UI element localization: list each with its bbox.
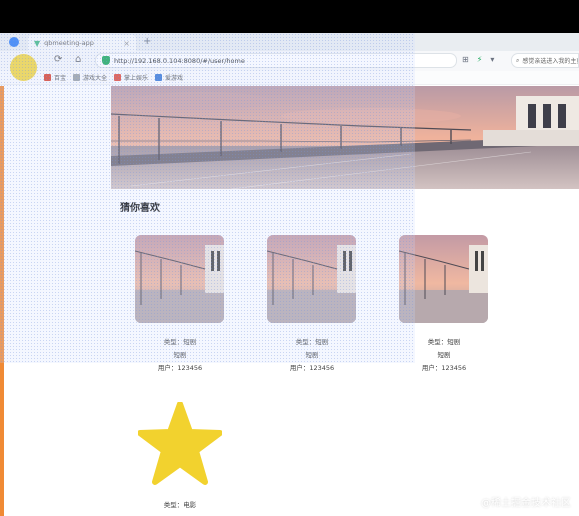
card-name: 短剧 <box>305 351 319 359</box>
card-user: 用户：123456 <box>421 364 467 372</box>
bookmark-icon <box>44 74 51 81</box>
card-meta: 类型：短剧 短剧 用户：123456 <box>130 336 230 375</box>
shield-icon <box>102 56 110 65</box>
search-icon: ⌕ <box>516 56 520 64</box>
bookmark-item[interactable]: 掌上娱乐 <box>114 73 148 82</box>
recommend-card[interactable] <box>135 235 224 323</box>
section-title: 猜你喜欢 <box>120 203 160 214</box>
vue-logo-icon: ▼ <box>34 38 41 48</box>
star-icon <box>138 402 222 485</box>
refresh-icon[interactable]: ⟳ <box>54 53 62 67</box>
toolbar-icons: ⊞ ⚡ ▾ <box>462 55 494 64</box>
recommend-card[interactable] <box>399 235 488 323</box>
card-type: 类型：电影 <box>163 501 197 509</box>
search-placeholder: 感觉亲选进入我的主页 <box>522 58 579 65</box>
card-user: 用户：123456 <box>157 364 203 372</box>
bookmarks-bar: 百宝 游戏大全 掌上娱乐 爱游戏 <box>0 71 579 85</box>
bookmark-icon <box>155 74 163 81</box>
bookmark-icon <box>73 74 81 81</box>
cursor-highlight <box>10 54 37 81</box>
lightning-icon[interactable]: ⚡ <box>477 55 483 64</box>
url-text: http://192.168.0.104:8080/#/user/home <box>114 56 245 65</box>
card-thumbnail[interactable] <box>399 235 488 323</box>
card-thumbnail[interactable] <box>135 235 224 323</box>
top-black-bar <box>0 0 579 33</box>
card-name: 短剧 <box>437 351 451 359</box>
card-type: 类型：短剧 <box>427 338 461 346</box>
side-accent-strip <box>0 86 4 516</box>
card-meta: 类型：短剧 短剧 用户：123456 <box>394 336 494 375</box>
card-name: 短剧 <box>173 351 187 359</box>
watermark: @稀土掘金技术社区 <box>481 498 571 509</box>
card-type: 类型：短剧 <box>163 338 197 346</box>
grid-icon[interactable]: ⊞ <box>462 55 469 64</box>
card-meta: 类型：短剧 短剧 用户：123456 <box>262 336 362 375</box>
card-type: 类型：短剧 <box>295 338 329 346</box>
new-tab-button[interactable]: + <box>143 36 151 47</box>
home-icon[interactable]: ⌂ <box>75 53 81 67</box>
dropdown-icon[interactable]: ▾ <box>490 55 494 64</box>
hero-banner-image <box>111 86 579 189</box>
tab-title: qbmeeting-app <box>44 39 94 47</box>
address-bar[interactable]: http://192.168.0.104:8080/#/user/home <box>95 53 457 68</box>
bookmark-item[interactable]: 爱游戏 <box>155 73 183 82</box>
search-input[interactable]: ⌕ 感觉亲选进入我的主页 <box>511 53 579 68</box>
close-tab-icon[interactable]: × <box>123 39 130 48</box>
tab-qbmeeting-app[interactable]: ▼ qbmeeting-app × <box>28 35 136 51</box>
browser-logo-icon <box>9 37 19 47</box>
bookmark-item[interactable]: 游戏大全 <box>73 73 107 82</box>
recommend-card[interactable] <box>267 235 356 323</box>
card-user: 用户：123456 <box>289 364 335 372</box>
bookmark-item[interactable]: 百宝 <box>44 73 66 82</box>
card-thumbnail[interactable] <box>267 235 356 323</box>
bookmark-icon <box>114 74 122 81</box>
